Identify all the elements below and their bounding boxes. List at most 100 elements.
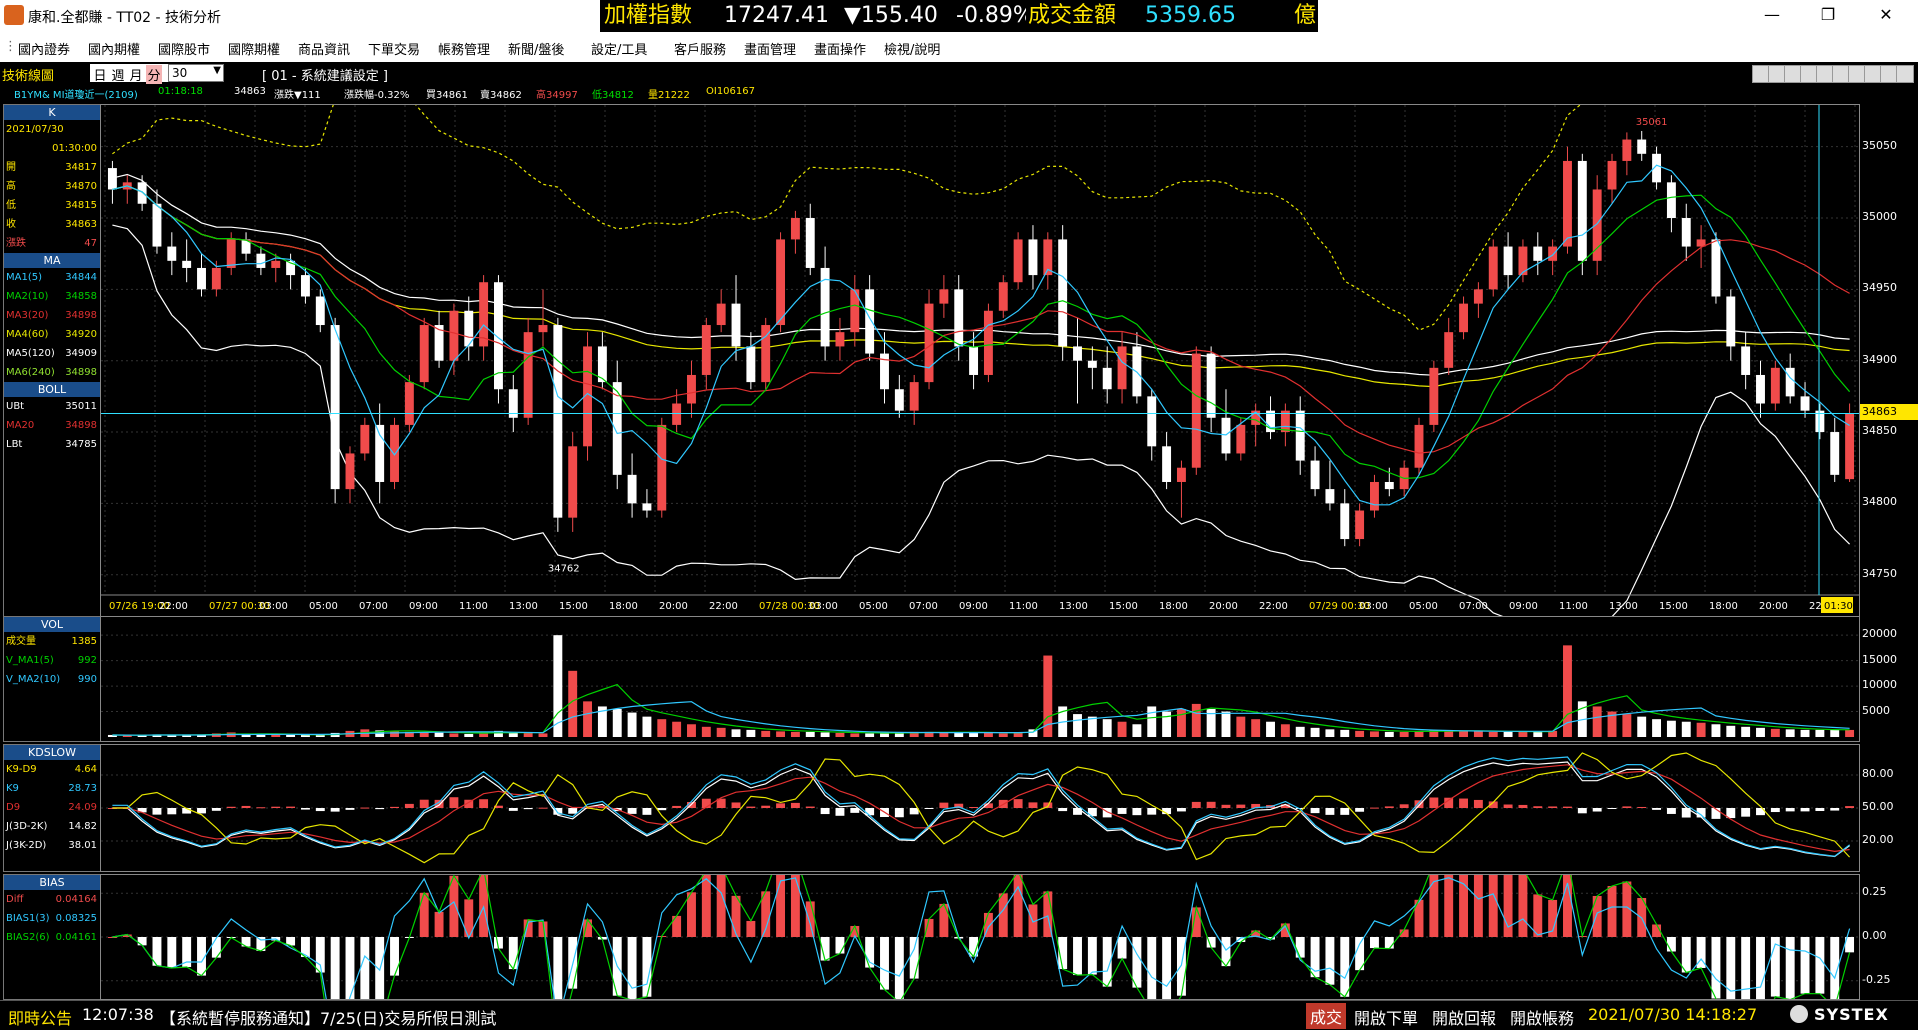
bias-diff-bar: [1325, 937, 1335, 985]
kd-diff-bar: [286, 806, 296, 808]
low-mark-label: 34762: [548, 564, 580, 575]
boll-label: UBt: [6, 401, 25, 412]
candle-body: [1147, 396, 1157, 447]
kd-diff-bar: [1206, 801, 1216, 808]
menu-item-11[interactable]: 畫面操作: [814, 39, 866, 58]
volume-bar: [790, 731, 800, 737]
kd-diff-bar: [375, 808, 385, 810]
candle-body: [1473, 289, 1483, 304]
kd-chart-panel[interactable]: [100, 744, 1860, 872]
menu-item-8[interactable]: 設定/工具: [591, 39, 647, 58]
volume-chart-panel[interactable]: [100, 616, 1860, 742]
kd-diff-bar: [1058, 808, 1068, 812]
kd-diff-bar: [1191, 801, 1201, 808]
kd-diff-bar: [1221, 804, 1231, 808]
kd-diff-bar: [1013, 799, 1023, 808]
kd-diff-bar: [256, 807, 266, 809]
menu-item-10[interactable]: 畫面管理: [744, 39, 796, 58]
k-label: 漲跌: [6, 238, 26, 249]
price-axis-label: 35000: [1862, 210, 1897, 223]
candle-body: [523, 332, 533, 418]
bias-chart[interactable]: [101, 834, 1859, 1030]
bias-diff-bar: [1785, 937, 1795, 1000]
open-account-button[interactable]: 開啟帳務: [1510, 1005, 1574, 1029]
volume-bar: [1503, 731, 1513, 737]
volume-bar: [687, 724, 696, 737]
price-chart-panel[interactable]: 35061 34762 07/26 19:00 22:00 07/27 00:30 03:…: [100, 29, 1860, 636]
bias-diff-bar: [107, 937, 117, 938]
index-change: ▼155.40: [844, 3, 938, 28]
time-axis-label: 09:00: [1509, 601, 1538, 612]
setting-label[interactable]: [ 01 - 系統建議設定 ]: [262, 65, 388, 84]
open-report-button[interactable]: 開啟回報: [1432, 1005, 1496, 1029]
time-axis-label: 05:00: [1409, 601, 1438, 612]
menu-item-4[interactable]: 商品資訊: [298, 39, 350, 58]
kd-diff-bar: [1548, 806, 1558, 808]
minimize-button[interactable]: —: [1752, 4, 1792, 28]
ma-value: 34898: [65, 310, 97, 321]
bias-chart-panel[interactable]: [100, 834, 1860, 1030]
open-order-button[interactable]: 開啟下單: [1354, 1005, 1418, 1029]
chart-toolbar: 技術線圖 日週月分 30 ▼ [ 01 - 系統建議設定 ]: [0, 62, 1918, 84]
kd-label: J(3D-2K): [6, 821, 48, 832]
cursor-time-label: 01:30: [1824, 601, 1853, 612]
volume-bar: [1830, 729, 1840, 737]
kd-diff-bar: [211, 808, 221, 811]
price-chart[interactable]: 350613476207/26 19:0022:00 07/27 00:3003:…: [101, 29, 1859, 636]
price-info-panel: K 2021/07/30 01:30:00 開 34817 高 34870 低 34815…: [3, 104, 101, 618]
quote-low: 低34812: [592, 90, 634, 101]
bias-value: 0.04164: [55, 894, 97, 905]
menu-item-5[interactable]: 下單交易: [368, 39, 420, 58]
period-button-0[interactable]: 日: [92, 65, 108, 84]
period-button-2[interactable]: 月: [128, 65, 144, 84]
period-button-3[interactable]: 分: [146, 65, 162, 84]
vol-label: V_MA2(10): [6, 674, 61, 685]
kd-diff-bar: [1607, 808, 1617, 809]
bias-diff-bar: [434, 911, 444, 937]
kd-diff-bar: [1355, 808, 1365, 812]
volume-bar: [449, 733, 459, 737]
volume-chart[interactable]: [101, 617, 1859, 741]
bias-diff-bar: [330, 937, 340, 1030]
restore-button[interactable]: ❐: [1808, 4, 1848, 28]
kd-diff-bar: [1340, 808, 1350, 815]
kd-chart[interactable]: [101, 745, 1859, 871]
menu-item-2[interactable]: 國際股市: [158, 39, 210, 58]
kd-diff-bar: [1370, 807, 1379, 809]
candle-body: [701, 325, 711, 375]
kd-diff-bar: [197, 808, 206, 814]
interval-select[interactable]: 30 ▼: [168, 64, 224, 82]
menu-item-9[interactable]: 客戶服務: [674, 39, 726, 58]
candle-body: [1548, 246, 1558, 261]
menu-item-0[interactable]: 國內證券: [18, 39, 70, 58]
kd-row-1: K9 28.73: [4, 779, 100, 798]
price-axis-label: 34800: [1862, 495, 1897, 509]
volume-bar: [1176, 709, 1186, 737]
volume-bar: [464, 733, 474, 737]
candle-body: [1741, 346, 1751, 375]
menu-item-3[interactable]: 國際期權: [228, 39, 280, 58]
bulletin-text[interactable]: 【系統暫停服務通知】7/25(日)交易所假日測試: [160, 1005, 496, 1029]
menu-item-7[interactable]: 新聞/盤後: [508, 39, 564, 58]
volume-bar: [731, 729, 741, 737]
time-axis-label: 13:00: [1059, 601, 1088, 612]
candle-body: [1073, 346, 1082, 361]
chart-tool-icon-9[interactable]: [1896, 65, 1914, 83]
volume-bar: [1340, 729, 1350, 737]
bias-diff-bar: [835, 937, 845, 954]
period-button-1[interactable]: 週: [110, 65, 126, 84]
menu-item-12[interactable]: 檢視/說明: [884, 39, 940, 58]
volume-bar: [1845, 729, 1855, 737]
bias-label: BIAS1(3): [6, 913, 50, 924]
bias-label: BIAS2(6): [6, 932, 50, 943]
close-button[interactable]: ✕: [1866, 4, 1906, 28]
menu-item-1[interactable]: 國內期權: [88, 39, 140, 58]
bias-diff-bar: [1607, 885, 1617, 937]
volume-bar: [1518, 731, 1528, 737]
vol-value: 1385: [71, 636, 97, 647]
menu-item-6[interactable]: 帳務管理: [438, 39, 490, 58]
kd-diff-bar: [538, 807, 548, 809]
ma-value: 34920: [65, 329, 97, 340]
menu-grip-icon: ⋮: [4, 39, 17, 54]
kd-diff-bar: [969, 807, 979, 809]
